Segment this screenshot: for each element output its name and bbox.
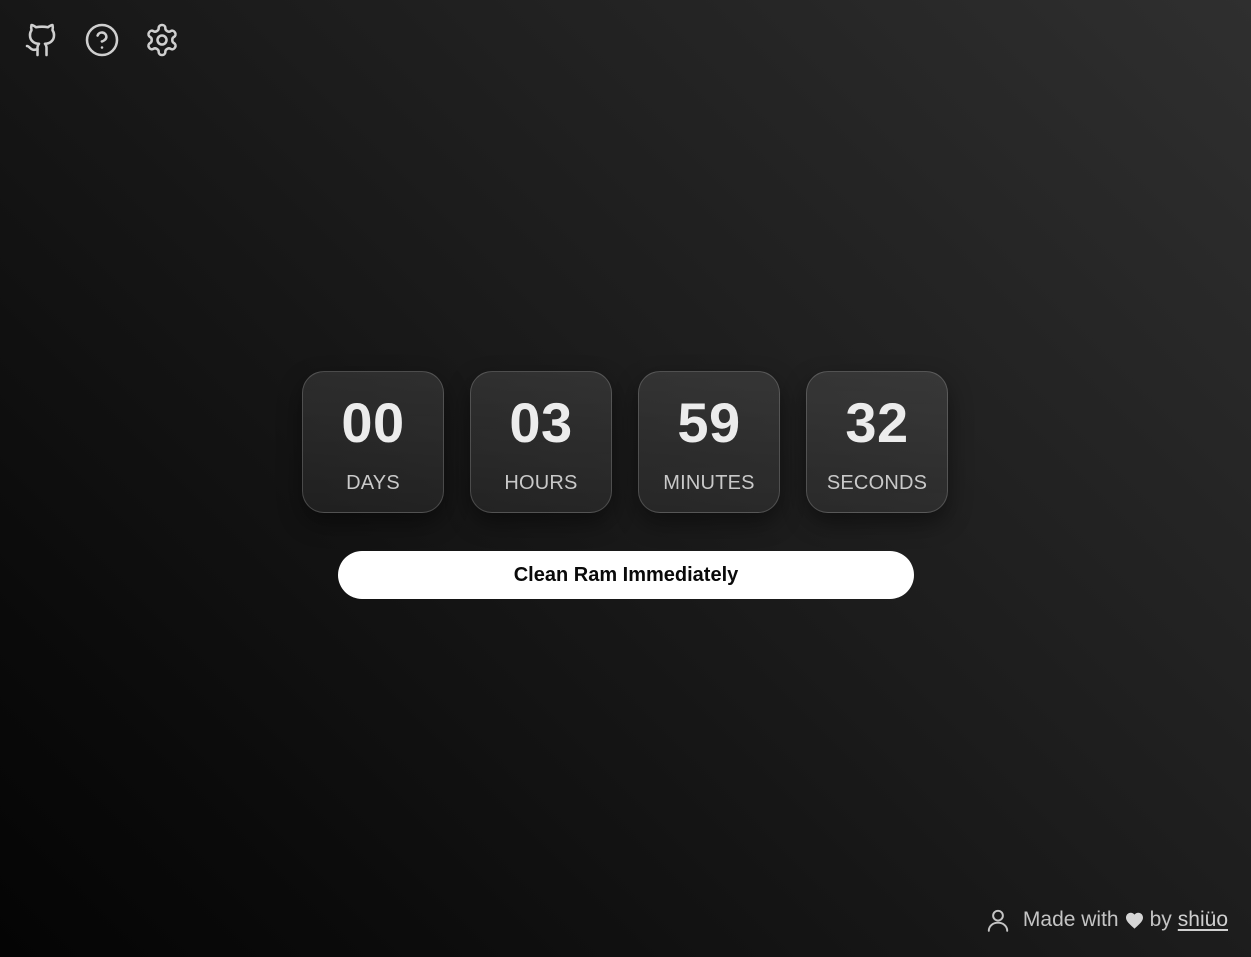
seconds-label: SECONDS (826, 472, 928, 494)
clean-ram-button[interactable]: Clean Ram Immediately (338, 551, 914, 599)
made-with-text: Made with (1022, 908, 1119, 931)
heart-icon (1125, 912, 1144, 929)
days-label: DAYS (346, 472, 400, 494)
countdown-days: 00 DAYS (302, 371, 444, 513)
user-icon (985, 907, 1011, 933)
by-text: by (1149, 908, 1172, 931)
top-toolbar (24, 22, 204, 62)
help-circle-icon (84, 22, 120, 63)
gear-icon (144, 22, 180, 63)
author-link[interactable]: shiüo (1178, 908, 1228, 932)
hours-value: 03 (509, 391, 573, 454)
minutes-value: 59 (677, 391, 741, 454)
countdown-hours: 03 HOURS (470, 371, 612, 513)
countdown-minutes: 59 MINUTES (638, 371, 780, 513)
hours-label: HOURS (504, 472, 578, 494)
github-icon (24, 22, 60, 63)
seconds-value: 32 (845, 391, 909, 454)
days-value: 00 (341, 391, 405, 454)
settings-button[interactable] (144, 22, 180, 62)
help-button[interactable] (84, 22, 120, 62)
github-link[interactable] (24, 22, 60, 62)
minutes-label: MINUTES (663, 472, 755, 494)
countdown-seconds: 32 SECONDS (806, 371, 948, 513)
countdown-timer: 00 DAYS 03 HOURS 59 MINUTES 32 SECONDS (302, 371, 948, 513)
footer-credit: Made with by shiüo (985, 907, 1228, 933)
